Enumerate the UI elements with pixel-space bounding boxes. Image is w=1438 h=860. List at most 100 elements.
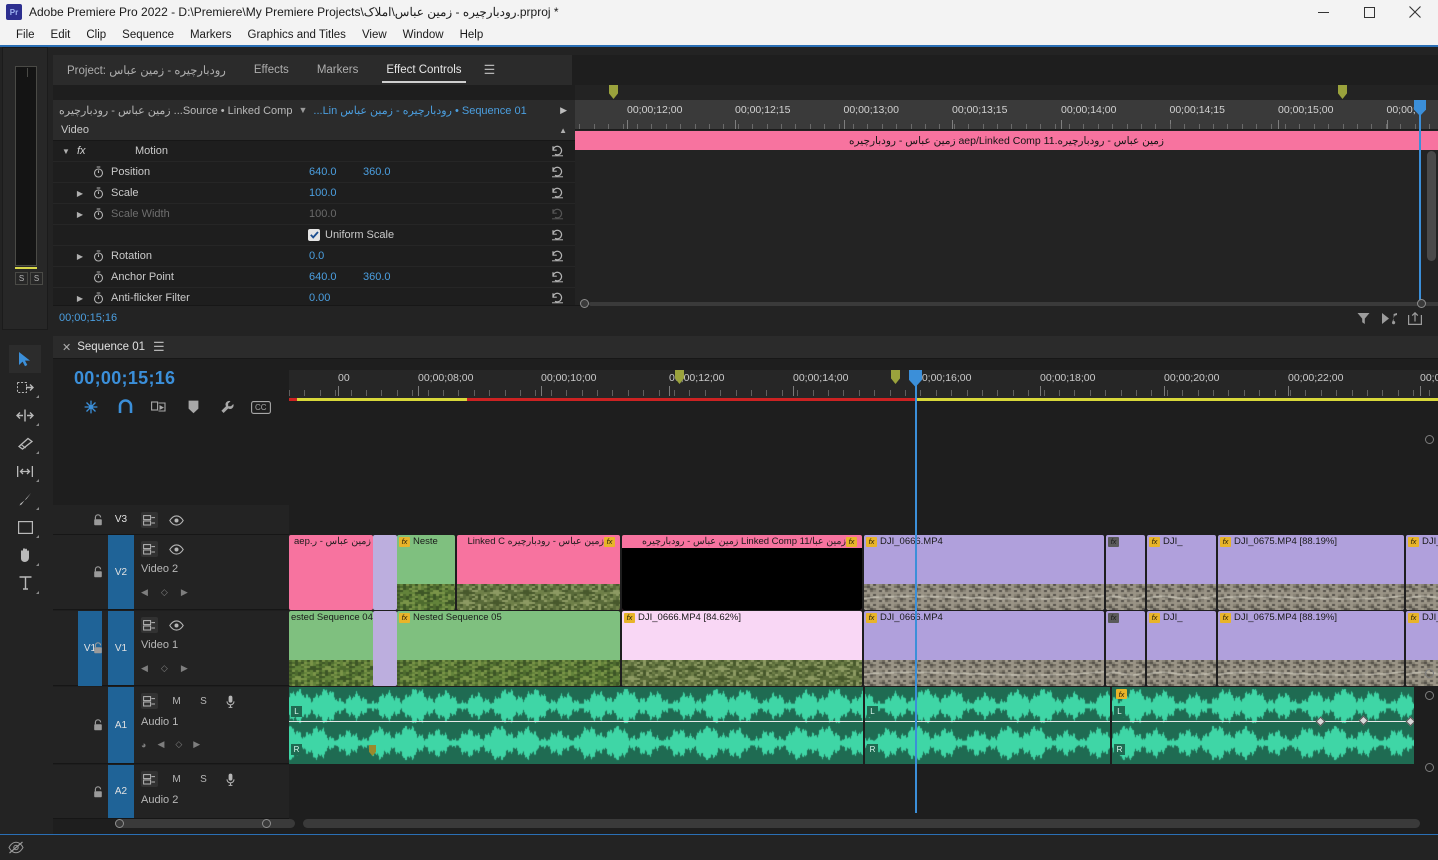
sequence-marker[interactable] — [609, 85, 618, 99]
eye-icon[interactable] — [168, 617, 185, 633]
property-row-scale[interactable]: ▶ Scale 100.0 — [53, 183, 575, 204]
timeline-clip[interactable]: fx Neste — [397, 535, 455, 610]
filter-icon[interactable] — [1350, 308, 1376, 328]
volume-knob-icon[interactable]: ◕ — [141, 740, 146, 750]
tab-effect-controls[interactable]: Effect Controls — [372, 55, 475, 85]
menu-window[interactable]: Window — [395, 27, 452, 43]
scroll-handle-left[interactable] — [115, 819, 124, 828]
add-keyframe-icon[interactable]: ◇ — [161, 663, 168, 674]
fx-badge-icon[interactable]: fx — [866, 536, 877, 547]
property-row-uniform-scale[interactable]: Uniform Scale — [53, 225, 575, 246]
add-marker-icon[interactable] — [176, 397, 210, 417]
captions-icon[interactable]: CC — [244, 397, 278, 417]
fx-badge-icon[interactable]: fx — [1408, 612, 1419, 623]
reset-icon[interactable] — [551, 144, 565, 158]
property-value-anchor-x[interactable]: 640.0 — [309, 271, 337, 283]
timeline-clip[interactable]: fx — [1106, 611, 1145, 686]
uniform-scale-checkbox[interactable] — [308, 229, 320, 241]
fx-badge-icon[interactable]: fx — [1149, 536, 1160, 547]
stopwatch-icon[interactable] — [93, 271, 105, 283]
chevron-up-icon[interactable]: ▲ — [559, 126, 575, 135]
timeline-display-settings-icon[interactable] — [210, 397, 244, 417]
timeline-clip[interactable]: fx Nested Sequence 05 — [397, 611, 620, 686]
property-value-anti-flicker[interactable]: 0.00 — [309, 292, 330, 304]
fx-badge-icon[interactable]: fx — [866, 612, 877, 623]
audio-clip[interactable]: LR — [865, 687, 1110, 764]
fx-badge-icon[interactable]: fx — [604, 536, 615, 547]
hand-tool-icon[interactable] — [9, 541, 41, 569]
export-frame-icon[interactable] — [1402, 308, 1428, 328]
timeline-clip[interactable]: fx زمین عبا/Linked Comp 11 زمین عباس - رو… — [622, 535, 862, 610]
timeline-ruler[interactable]: 00 00;00;08;00 00;00;10;00 00;00;12;00 00;00… — [289, 370, 1438, 398]
fx-badge-icon[interactable]: fx — [1408, 536, 1419, 547]
timeline-clip[interactable]: fx DJI_0675.MP4 [88.19%] — [1218, 535, 1404, 610]
lock-icon[interactable] — [93, 719, 103, 731]
prev-keyframe-icon[interactable]: ◀ — [141, 663, 148, 674]
hamburger-menu-icon[interactable]: ☰ — [145, 339, 173, 355]
lock-icon[interactable] — [93, 642, 103, 654]
track-clips-v2[interactable]: زمین عباس - ر.aep fx Neste fx زمین عباس - رو… — [289, 535, 1438, 610]
effect-controls-timeline[interactable]: 00;00;12;00 00;00;12;15 00;00;13;00 00;00;1… — [575, 85, 1438, 305]
fx-badge-icon[interactable]: fx — [1108, 612, 1119, 623]
lock-icon[interactable] — [93, 785, 103, 798]
reset-icon[interactable] — [551, 228, 565, 242]
type-tool-icon[interactable] — [9, 569, 41, 597]
effect-controls-timecode[interactable]: 00;00;15;16 — [53, 312, 117, 324]
playhead-line[interactable] — [1419, 100, 1421, 305]
timeline-clip[interactable]: fx DJI_ — [1147, 611, 1216, 686]
stopwatch-icon[interactable] — [93, 166, 105, 178]
timeline-vertical-scroll-mid[interactable] — [1425, 669, 1434, 678]
twirl-right-icon[interactable]: ▶ — [75, 294, 85, 303]
property-value-rotation[interactable]: 0.0 — [309, 250, 324, 262]
timeline-clip[interactable]: fx زمین عباس - رودبارچیره Linked C — [457, 535, 620, 610]
fx-badge-icon[interactable]: fx — [399, 536, 410, 547]
lock-icon[interactable] — [93, 513, 103, 526]
reset-icon[interactable] — [551, 291, 565, 305]
mute-track-button[interactable]: M — [168, 771, 185, 787]
eye-icon[interactable] — [168, 512, 185, 528]
track-target-a2[interactable]: A2 — [108, 765, 134, 818]
fx-badge-icon[interactable]: fx — [1116, 689, 1127, 699]
track-output-icon[interactable] — [141, 512, 158, 528]
solo-track-button[interactable]: S — [195, 771, 212, 787]
timeline-clip[interactable] — [373, 535, 397, 610]
stopwatch-icon[interactable] — [93, 292, 105, 304]
track-header-v3[interactable]: V3 — [53, 505, 289, 535]
play-arrow-icon[interactable]: ▶ — [552, 105, 575, 116]
twirl-right-icon[interactable]: ▶ — [75, 210, 85, 219]
property-row-position[interactable]: Position 640.0 360.0 — [53, 162, 575, 183]
property-value-scale[interactable]: 100.0 — [309, 187, 337, 199]
mute-track-button[interactable]: M — [168, 693, 185, 709]
track-clips-a2[interactable] — [289, 765, 1438, 819]
timeline-clip[interactable] — [373, 611, 397, 686]
effect-controls-zoom-bar[interactable] — [589, 302, 1438, 306]
track-target-v3[interactable]: V3 — [108, 505, 134, 534]
next-keyframe-icon[interactable]: ▶ — [181, 587, 188, 598]
linked-selection-icon[interactable] — [142, 397, 176, 417]
timeline-horizontal-scrollbar[interactable] — [303, 819, 1420, 828]
timeline-clip[interactable]: fx — [1106, 535, 1145, 610]
pen-tool-icon[interactable] — [9, 485, 41, 513]
timeline-clip[interactable]: زمین عباس - ر.aep — [289, 535, 373, 610]
solo-track-button[interactable]: S — [195, 693, 212, 709]
minimize-button[interactable] — [1300, 0, 1346, 24]
video-section-header[interactable]: Video ▲ — [53, 120, 575, 141]
menu-graphics-and-titles[interactable]: Graphics and Titles — [240, 27, 354, 43]
timeline-clip[interactable]: fx DJI_0666.MP4 — [864, 611, 1104, 686]
track-header-a2[interactable]: A2 M S Audio 2 — [53, 765, 289, 819]
track-select-forward-tool-icon[interactable] — [9, 373, 41, 401]
stopwatch-icon[interactable] — [93, 250, 105, 262]
timeline-vertical-scroll-a1[interactable] — [1425, 691, 1434, 700]
next-keyframe-icon[interactable]: ▶ — [193, 739, 200, 750]
menu-clip[interactable]: Clip — [78, 27, 114, 43]
hamburger-menu-icon[interactable]: ☰ — [478, 62, 502, 78]
prev-keyframe-icon[interactable]: ◀ — [157, 739, 164, 750]
volume-rubberband[interactable] — [1112, 721, 1414, 722]
menu-file[interactable]: File — [8, 27, 43, 43]
timeline-clip[interactable]: fx DJI_0675.MP4 [88.19%] — [1218, 611, 1404, 686]
no-display-icon[interactable] — [0, 841, 24, 854]
track-clips-v3[interactable] — [289, 505, 1438, 535]
track-header-v2[interactable]: V2 Video 2 ◀ ◇ ▶ — [53, 535, 289, 610]
menu-view[interactable]: View — [354, 27, 395, 43]
track-header-a1[interactable]: A1 M S Audio 1 ◕ ◀ ◇ ▶ — [53, 687, 289, 764]
